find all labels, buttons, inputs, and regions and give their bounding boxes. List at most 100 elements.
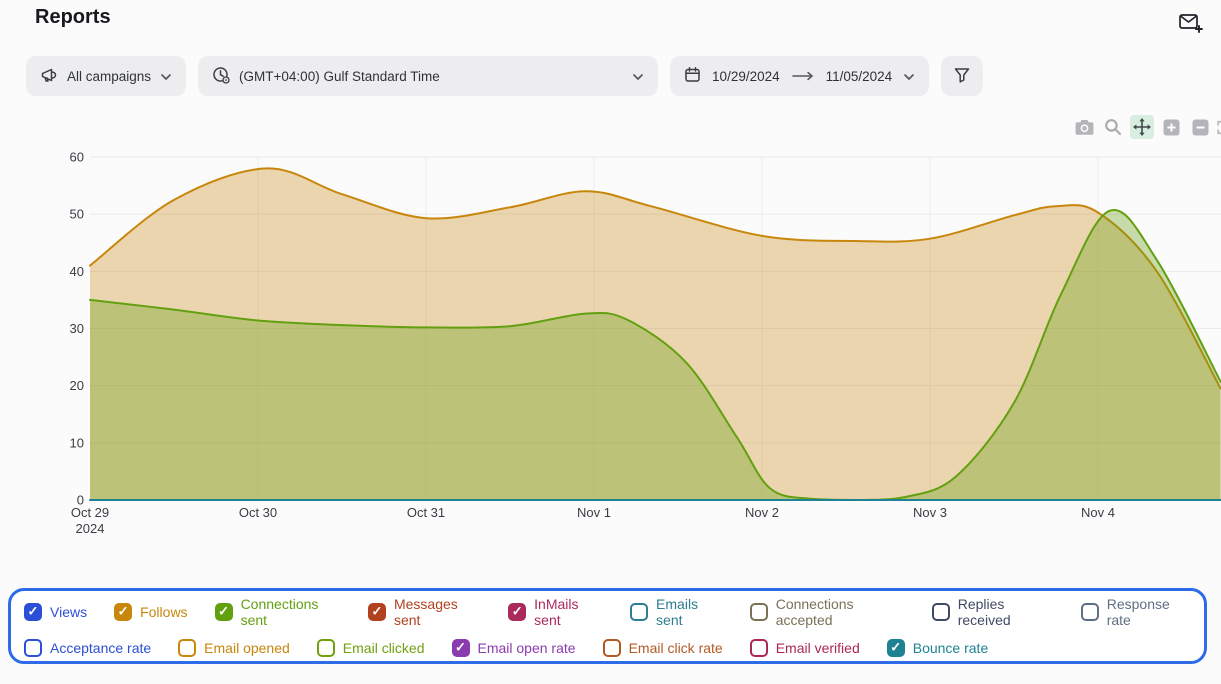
- legend-label: Emails sent: [656, 596, 723, 628]
- legend-row: ✓Views✓Follows✓Connections sent✓Messages…: [24, 596, 1191, 628]
- legend-label: Replies received: [958, 596, 1054, 628]
- legend-label: Email clicked: [343, 640, 425, 656]
- legend-label: Email verified: [776, 640, 860, 656]
- zoom-out-icon[interactable]: [1188, 115, 1212, 139]
- timezone-dropdown[interactable]: (GMT+04:00) Gulf Standard Time: [198, 56, 658, 96]
- calendar-icon: [684, 66, 701, 86]
- legend-checkbox-replies-received[interactable]: [932, 603, 950, 621]
- legend-item-views[interactable]: ✓ Views: [24, 603, 87, 621]
- legend-item-email-verified[interactable]: Email verified: [750, 639, 860, 657]
- checkmark-icon: ✓: [218, 605, 229, 618]
- legend-item-connections-accepted[interactable]: Connections accepted: [750, 596, 905, 628]
- date-range-start: 10/29/2024: [710, 69, 782, 84]
- x-tick-label: Nov 3: [913, 505, 947, 520]
- legend-checkbox-email-clicked[interactable]: [317, 639, 335, 657]
- y-tick-label: 0: [77, 493, 84, 508]
- legend-label: Email opened: [204, 640, 290, 656]
- legend-rows: ✓Views✓Follows✓Connections sent✓Messages…: [24, 596, 1191, 657]
- funnel-icon: [953, 66, 971, 87]
- series-line-follows: [90, 168, 1221, 388]
- checkmark-icon: ✓: [512, 605, 523, 618]
- megaphone-icon: [40, 66, 58, 87]
- clock-settings-icon: [212, 66, 230, 87]
- autoscale-icon[interactable]: [1217, 115, 1221, 139]
- campaigns-dropdown[interactable]: All campaigns: [26, 56, 186, 96]
- legend-item-bounce-rate[interactable]: ✓ Bounce rate: [887, 639, 989, 657]
- zoom-magnifier-icon[interactable]: [1101, 115, 1125, 139]
- arrow-right-icon: [791, 69, 815, 84]
- date-range-picker[interactable]: 10/29/2024 11/05/2024: [670, 56, 929, 96]
- legend-label: Bounce rate: [913, 640, 989, 656]
- y-tick-label: 50: [70, 207, 84, 222]
- y-tick-label: 30: [70, 321, 84, 336]
- legend-checkbox-emails-sent[interactable]: [630, 603, 648, 621]
- series-area-follows: [90, 168, 1221, 500]
- legend-checkbox-email-click-rate[interactable]: [603, 639, 621, 657]
- checkmark-icon: ✓: [28, 605, 39, 618]
- legend-label: Connections accepted: [776, 596, 905, 628]
- legend-checkbox-email-opened[interactable]: [178, 639, 196, 657]
- new-email-button[interactable]: [1174, 8, 1206, 38]
- legend-item-follows[interactable]: ✓Follows: [114, 603, 187, 621]
- legend-checkbox-email-open-rate[interactable]: ✓: [452, 639, 470, 657]
- x-tick-label: Nov 4: [1081, 505, 1115, 520]
- checkmark-icon: ✓: [372, 605, 383, 618]
- legend-checkbox-email-verified[interactable]: [750, 639, 768, 657]
- chevron-down-icon: [632, 69, 644, 84]
- y-tick-label: 60: [70, 150, 84, 165]
- legend-checkbox-follows[interactable]: ✓: [114, 603, 132, 621]
- legend-label: Messages sent: [394, 596, 481, 628]
- chevron-down-icon: [903, 69, 915, 84]
- x-tick-sub-label: 2024: [76, 521, 105, 536]
- legend-checkbox-bounce-rate[interactable]: ✓: [887, 639, 905, 657]
- legend-item-emails-sent[interactable]: Emails sent: [630, 596, 723, 628]
- page-title: Reports: [35, 6, 111, 29]
- zoom-in-icon[interactable]: [1159, 115, 1183, 139]
- checkmark-icon: ✓: [455, 641, 466, 654]
- legend-item-response-rate[interactable]: Response rate: [1081, 596, 1191, 628]
- legend-item-messages-sent[interactable]: ✓ Messages sent: [368, 596, 481, 628]
- x-tick-label: Nov 1: [577, 505, 611, 520]
- legend-checkbox-connections-sent[interactable]: ✓: [215, 603, 233, 621]
- timezone-dropdown-label: (GMT+04:00) Gulf Standard Time: [239, 69, 440, 84]
- pan-icon[interactable]: [1130, 115, 1154, 139]
- legend-item-email-opened[interactable]: Email opened: [178, 639, 290, 657]
- date-range-end: 11/05/2024: [824, 69, 895, 84]
- legend-label: Views: [50, 604, 87, 620]
- legend-checkbox-acceptance-rate[interactable]: [24, 639, 42, 657]
- legend-item-email-click-rate[interactable]: Email click rate: [603, 639, 723, 657]
- legend-checkbox-messages-sent[interactable]: ✓: [368, 603, 386, 621]
- legend-checkbox-inmails-sent[interactable]: ✓: [508, 603, 526, 621]
- x-tick-label: Oct 31: [407, 505, 445, 520]
- envelope-plus-icon: [1177, 10, 1203, 37]
- series-area-connections-sent: [90, 210, 1221, 500]
- legend-item-email-clicked[interactable]: Email clicked: [317, 639, 425, 657]
- legend-item-inmails-sent[interactable]: ✓ InMails sent: [508, 596, 603, 628]
- legend-checkbox-connections-accepted[interactable]: [750, 603, 768, 621]
- legend-item-email-open-rate[interactable]: ✓Email open rate: [452, 639, 576, 657]
- legend-item-connections-sent[interactable]: ✓ Connections sent: [215, 596, 341, 628]
- x-tick-label: Oct 30: [239, 505, 277, 520]
- x-tick-label: Oct 29: [71, 505, 109, 520]
- filter-button[interactable]: [941, 56, 983, 96]
- metrics-legend-panel: ✓Views✓Follows✓Connections sent✓Messages…: [8, 588, 1207, 664]
- filter-bar: All campaigns (GMT+04:00) Gulf Standard …: [26, 56, 983, 96]
- legend-item-replies-received[interactable]: Replies received: [932, 596, 1054, 628]
- legend-checkbox-views[interactable]: ✓: [24, 603, 42, 621]
- series-line-connections-sent: [90, 210, 1221, 500]
- chart-modebar: [1072, 115, 1221, 139]
- checkmark-icon: ✓: [118, 605, 129, 618]
- y-tick-label: 10: [70, 435, 84, 450]
- legend-label: Email click rate: [629, 640, 723, 656]
- legend-item-acceptance-rate[interactable]: Acceptance rate: [24, 639, 151, 657]
- legend-label: InMails sent: [534, 596, 603, 628]
- download-camera-icon[interactable]: [1072, 115, 1096, 139]
- x-tick-label: Nov 2: [745, 505, 779, 520]
- legend-label: Connections sent: [241, 596, 341, 628]
- chevron-down-icon: [160, 69, 172, 84]
- legend-checkbox-response-rate[interactable]: [1081, 603, 1099, 621]
- legend-row: Acceptance rate Email opened Email clicked…: [24, 639, 1191, 657]
- y-tick-label: 20: [70, 378, 84, 393]
- legend-label: Acceptance rate: [50, 640, 151, 656]
- legend-label: Response rate: [1107, 596, 1191, 628]
